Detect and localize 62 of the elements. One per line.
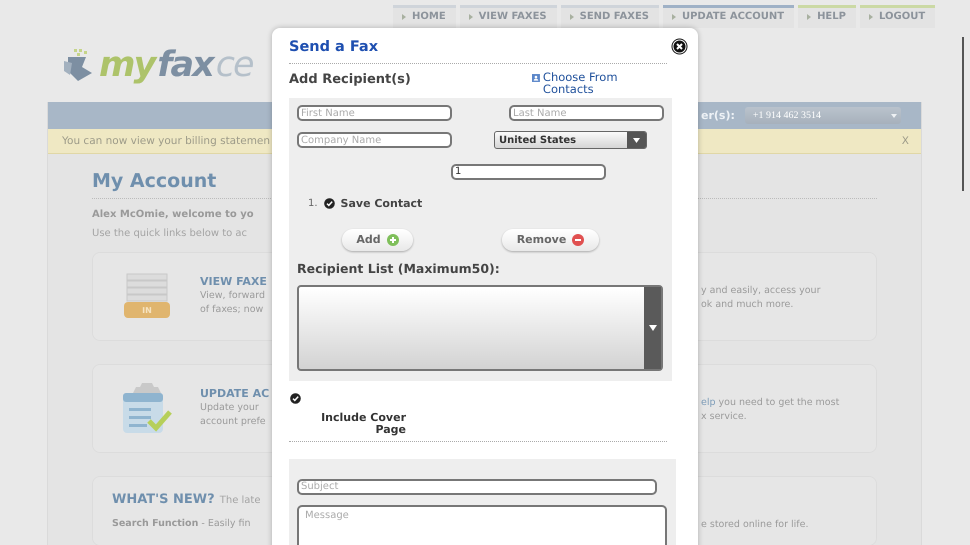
last-name-field[interactable]: Last Name	[509, 105, 664, 121]
add-button[interactable]: Add	[342, 228, 413, 250]
nav-tab[interactable]: UPDATE ACCOUNT	[662, 5, 794, 28]
minus-icon	[572, 234, 584, 246]
company-field[interactable]: Company Name	[297, 132, 452, 148]
card-text: you need to get the most	[718, 397, 840, 408]
contacts-link[interactable]: Choose From Contacts	[532, 64, 628, 98]
arrow-icon	[868, 14, 873, 20]
arrow-icon	[570, 14, 574, 20]
check-icon[interactable]	[324, 198, 335, 208]
row-number: 1.	[308, 198, 318, 208]
nav-tab[interactable]: LOGOUT	[860, 5, 936, 28]
plus-icon	[386, 234, 399, 246]
card-title: WHAT'S NEW?	[112, 492, 215, 507]
hint-text: Use the quick links below to ac	[92, 228, 248, 239]
arrow-icon	[468, 14, 473, 20]
card-subtitle: The late	[220, 495, 261, 506]
card-text: Update your	[200, 401, 259, 415]
nav-tab[interactable]: VIEW FAXES	[460, 5, 557, 28]
country-select[interactable]: United States	[494, 131, 647, 149]
arrow-icon	[402, 14, 406, 20]
logo: myfaxce	[62, 45, 252, 85]
dialog-title: Send a Fax	[289, 38, 378, 57]
card-text: y and easily, access your	[701, 285, 820, 296]
card-text: ok and much more.	[701, 299, 794, 310]
arrow-icon	[807, 14, 812, 20]
first-name-field[interactable]: First Name	[297, 105, 452, 121]
card-text: e stored online for life.	[701, 519, 809, 530]
subject-field[interactable]: Subject	[297, 478, 657, 494]
card-text: x service.	[701, 411, 747, 422]
card-text: account prefe	[200, 415, 266, 429]
close-button[interactable]: X	[902, 135, 909, 147]
card-text: Search Function - Easily fin	[112, 517, 251, 531]
recipient-list[interactable]	[297, 284, 663, 370]
number-select[interactable]: +1 914 462 3514	[744, 107, 901, 124]
page-title: My Account	[92, 170, 216, 194]
checkbox-label: Save Contact	[340, 196, 422, 210]
fax-number-field[interactable]: 1	[451, 164, 606, 180]
message-field[interactable]: Message	[297, 504, 667, 545]
card-text: of faxes; now	[200, 303, 264, 317]
section-heading: Add Recipient(s)	[289, 71, 412, 89]
help-link[interactable]: elp	[701, 397, 716, 408]
scrollbar[interactable]	[962, 37, 964, 191]
nav-tab[interactable]: SEND FAXES	[560, 5, 659, 28]
list-label: Recipient List (Maximum50):	[297, 260, 501, 276]
arrow-icon	[672, 14, 676, 20]
dropdown-icon	[633, 138, 640, 142]
nav-tab[interactable]: HELP	[798, 5, 856, 28]
bar-label: er(s):	[701, 109, 735, 122]
checkbox-label: Include Cover Page	[320, 412, 406, 436]
welcome-text: Alex McOmie, welcome to yo	[92, 209, 254, 220]
contact-icon	[532, 72, 540, 84]
check-icon[interactable]	[290, 393, 301, 404]
card-title[interactable]: VIEW FAXE	[200, 275, 267, 288]
nav-tab[interactable]: HOME	[393, 5, 456, 28]
dropdown-icon	[648, 324, 656, 330]
notice-text: You can now view your billing statemen	[62, 135, 270, 147]
close-icon[interactable]	[671, 38, 688, 55]
card-title[interactable]: UPDATE AC	[200, 387, 270, 400]
card-text: View, forward	[200, 289, 266, 303]
remove-button[interactable]: Remove	[502, 228, 599, 250]
dropdown-icon	[890, 114, 897, 118]
